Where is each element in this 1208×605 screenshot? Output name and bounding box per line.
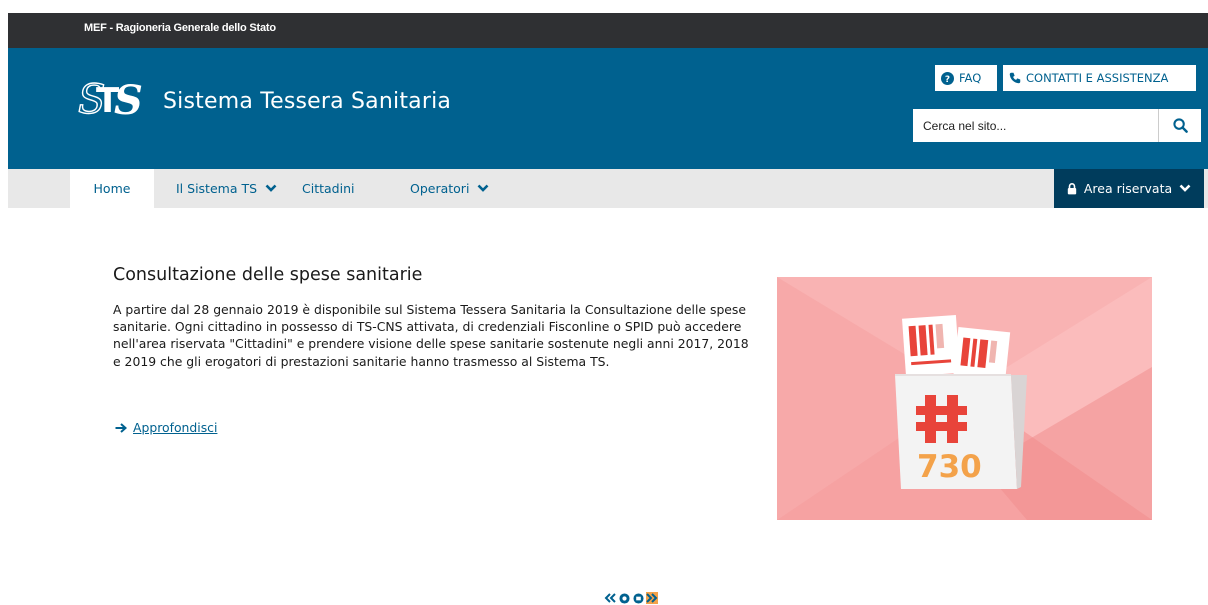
nav-item-operatori[interactable]: Operatori: [410, 169, 489, 208]
hero-illustration: 730: [777, 277, 1152, 520]
site-header: S T S Sistema Tessera Sanitaria ? FAQ CO…: [8, 48, 1208, 169]
top-bar: MEF - Ragioneria Generale dello Stato: [8, 13, 1208, 48]
pager-pause-button[interactable]: [632, 592, 644, 604]
pager-last-button[interactable]: [646, 592, 658, 604]
double-chevron-left-icon: [604, 593, 616, 603]
sts-logo-icon[interactable]: S T S: [76, 76, 156, 120]
article-body: A partire dal 28 gennaio 2019 è disponib…: [113, 302, 749, 369]
play-circle-icon: [618, 592, 630, 604]
contact-label: CONTATTI E ASSISTENZA: [1026, 71, 1169, 85]
bag-number-730: 730: [917, 449, 982, 485]
approfondisci-label: Approfondisci: [133, 420, 218, 435]
area-riservata-button[interactable]: Area riservata: [1054, 169, 1204, 208]
nav-item-label: Operatori: [410, 181, 470, 196]
main-navigation: Home Il Sistema TS Cittadini Operatori A…: [8, 169, 1208, 208]
site-search: [913, 109, 1201, 142]
faq-label: FAQ: [959, 71, 982, 85]
faq-button[interactable]: ? FAQ: [935, 65, 997, 91]
chevron-down-icon: [265, 184, 277, 192]
approfondisci-link[interactable]: Approfondisci: [115, 420, 217, 435]
pause-icon: [632, 592, 644, 604]
pager-first-button[interactable]: [604, 592, 616, 604]
nav-item-cittadini[interactable]: Cittadini: [302, 169, 354, 208]
nav-item-label: Il Sistema TS: [176, 181, 258, 196]
lock-icon: [1067, 182, 1077, 194]
pager-previous-button[interactable]: [618, 592, 630, 604]
shopping-bag-illustration: 730: [777, 277, 1152, 520]
nav-item-il-sistema-ts[interactable]: Il Sistema TS: [176, 169, 277, 208]
phone-icon: [1009, 72, 1021, 84]
carousel-pager: [604, 592, 658, 604]
double-chevron-right-icon: [646, 593, 658, 603]
search-input[interactable]: [913, 109, 1159, 142]
site-title[interactable]: Sistema Tessera Sanitaria: [163, 89, 451, 114]
article-title: Consultazione delle spese sanitarie: [113, 265, 423, 285]
arrow-right-icon: [115, 422, 127, 433]
nav-item-label: Cittadini: [302, 181, 355, 196]
mef-label: MEF - Ragioneria Generale dello Stato: [84, 22, 276, 34]
nav-item-label: Home: [93, 181, 131, 196]
question-circle-icon: ?: [941, 71, 954, 85]
svg-text:S: S: [114, 77, 143, 120]
chevron-down-icon: [1179, 184, 1191, 192]
search-icon: [1172, 118, 1188, 133]
search-button[interactable]: [1158, 109, 1201, 142]
svg-text:?: ?: [945, 74, 950, 84]
contact-assistance-button[interactable]: CONTATTI E ASSISTENZA: [1003, 65, 1196, 91]
area-riservata-label: Area riservata: [1083, 181, 1173, 196]
chevron-down-icon: [478, 184, 489, 192]
nav-item-home[interactable]: Home: [70, 169, 154, 208]
